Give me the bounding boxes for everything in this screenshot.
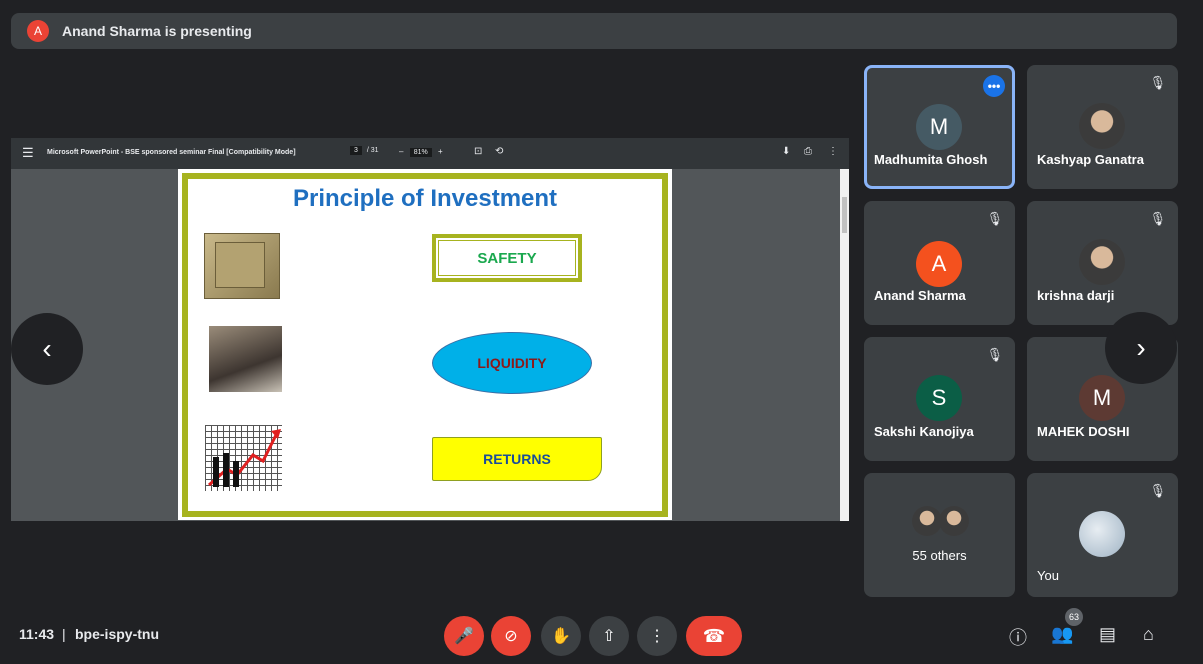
avatar-photo	[1079, 511, 1125, 557]
mic-off-icon: 🎤	[454, 628, 474, 645]
separator: |	[62, 626, 66, 642]
mic-off-icon: 🎙	[986, 347, 1003, 362]
mic-toggle-button[interactable]: 🎤	[444, 616, 484, 656]
presenter-bar: A Anand Sharma is presenting	[11, 13, 1177, 49]
more-options-button[interactable]: ⋮	[637, 616, 677, 656]
zoom-in-button[interactable]: +	[438, 147, 443, 156]
camera-toggle-button[interactable]: ⊘	[491, 616, 531, 656]
others-tile[interactable]: 55 others	[864, 473, 1015, 597]
hang-up-icon: ☎	[702, 625, 726, 646]
document-title: Microsoft PowerPoint - BSE sponsored sem…	[47, 149, 296, 156]
participant-tile[interactable]: 🎙 krishna darji	[1027, 201, 1178, 325]
avatar: M	[916, 104, 962, 150]
more-options-icon[interactable]: ⋮	[828, 146, 838, 157]
fit-page-icon[interactable]: ⊡	[474, 146, 482, 157]
next-button[interactable]: ›	[1105, 312, 1177, 384]
mic-off-icon: 🎙	[1149, 211, 1166, 226]
safe-door	[215, 242, 265, 288]
hand-icon: ✋	[551, 628, 571, 645]
page-number-input[interactable]: 3	[350, 146, 362, 155]
download-icon[interactable]: ⬇	[782, 146, 790, 157]
participant-name: Madhumita Ghosh	[874, 152, 988, 167]
participant-tile[interactable]: ••• M Madhumita Ghosh	[864, 65, 1015, 189]
mic-off-icon: 🎙	[986, 211, 1003, 226]
control-bar: 11:43 | bpe-ispy-tnu 🎤 ⊘ ✋ ⇧ ⋮ ☎ ⓘ 👥 63 …	[0, 600, 1203, 664]
meeting-code: bpe-ispy-tnu	[75, 626, 159, 642]
scrollbar-thumb[interactable]	[842, 197, 847, 233]
meeting-time: 11:43	[19, 626, 55, 642]
participant-tile[interactable]: 🎙 Kashyap Ganatra	[1027, 65, 1178, 189]
avatar-photo	[1079, 103, 1125, 149]
safety-box: SAFETY	[432, 234, 582, 282]
participant-name: krishna darji	[1037, 288, 1115, 303]
zoom-out-button[interactable]: –	[399, 147, 403, 156]
info-icon[interactable]: ⓘ	[1009, 624, 1027, 650]
mic-off-icon: 🎙	[1149, 75, 1166, 90]
avatar-photo	[939, 506, 969, 536]
mic-off-icon: 🎙	[1149, 483, 1166, 498]
growth-arrow-icon	[208, 429, 281, 487]
participant-name: You	[1037, 568, 1059, 583]
avatar: A	[916, 241, 962, 287]
returns-label: RETURNS	[432, 437, 602, 481]
more-options-icon[interactable]: •••	[983, 75, 1005, 97]
people-icon[interactable]: 👥	[1051, 624, 1073, 645]
zoom-level[interactable]: 81%	[409, 148, 432, 157]
zoom-controls: – 81% +	[399, 147, 443, 157]
growth-chart-image	[205, 425, 282, 491]
activities-icon[interactable]: ⌂	[1143, 624, 1154, 645]
liquidity-label: LIQUIDITY	[432, 332, 592, 394]
participant-tile[interactable]: 🎙 A Anand Sharma	[864, 201, 1015, 325]
print-icon[interactable]: ⎙	[804, 146, 812, 157]
leave-call-button[interactable]: ☎	[686, 616, 742, 656]
participant-count-badge: 63	[1065, 608, 1083, 626]
menu-icon[interactable]: ☰	[22, 145, 34, 161]
safe-image	[204, 233, 280, 299]
page-total: / 31	[366, 147, 379, 154]
present-icon: ⇧	[602, 628, 616, 645]
avatar: M	[1079, 375, 1125, 421]
participant-name: MAHEK DOSHI	[1037, 424, 1130, 439]
safety-label: SAFETY	[438, 240, 576, 276]
camera-off-icon: ⊘	[504, 628, 518, 645]
present-button[interactable]: ⇧	[589, 616, 629, 656]
previous-button[interactable]: ‹	[11, 313, 83, 385]
pdf-toolbar: ☰ Microsoft PowerPoint - BSE sponsored s…	[11, 138, 849, 169]
chat-icon[interactable]: ▤	[1099, 624, 1116, 645]
money-image	[209, 326, 282, 392]
avatar-photo	[1079, 239, 1125, 285]
participant-tile[interactable]: 🎙 S Sakshi Kanojiya	[864, 337, 1015, 461]
participant-name: Sakshi Kanojiya	[874, 424, 974, 439]
avatar: S	[916, 375, 962, 421]
raise-hand-button[interactable]: ✋	[541, 616, 581, 656]
presenter-avatar: A	[27, 20, 49, 42]
more-vert-icon: ⋮	[649, 628, 665, 645]
presenter-text: Anand Sharma is presenting	[62, 23, 252, 39]
participant-name: Kashyap Ganatra	[1037, 152, 1144, 167]
self-tile[interactable]: 🎙 You	[1027, 473, 1178, 597]
rotate-icon[interactable]: ⟲	[495, 146, 503, 157]
others-count: 55 others	[912, 548, 967, 563]
scrollbar[interactable]	[840, 169, 849, 521]
slide: Principle of Investment SAFETY LIQUIDITY…	[178, 169, 672, 520]
page-indicator: 3 / 31	[350, 146, 379, 155]
participant-name: Anand Sharma	[874, 288, 966, 303]
slide-title: Principle of Investment	[292, 185, 558, 212]
avatar-photo	[912, 506, 942, 536]
